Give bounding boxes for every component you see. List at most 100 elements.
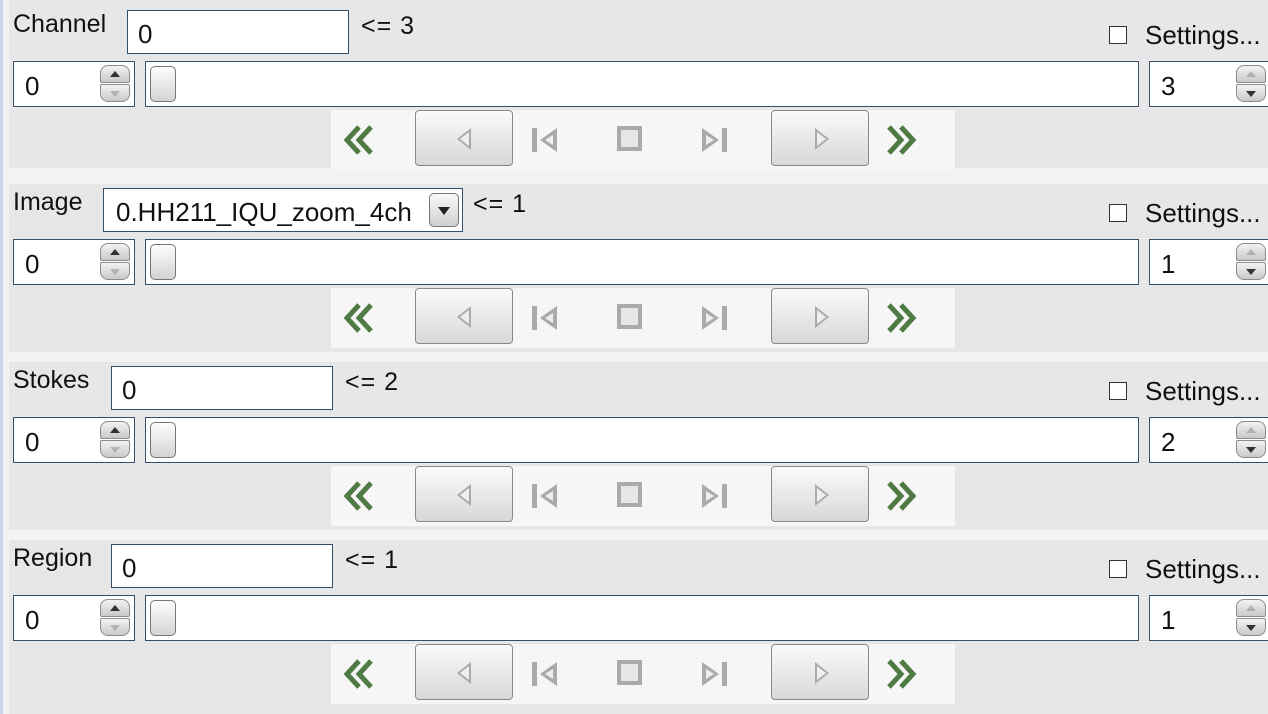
- skip-to-end-icon[interactable]: [699, 658, 731, 690]
- decrement-arrow-icon[interactable]: [1236, 84, 1266, 102]
- decrement-arrow-icon[interactable]: [100, 262, 130, 280]
- play-icon: [815, 128, 829, 150]
- play-button[interactable]: [771, 110, 869, 166]
- channel-slider[interactable]: [145, 61, 1139, 107]
- max-spinbox[interactable]: 1: [1149, 595, 1268, 641]
- min-value: 0: [25, 249, 40, 279]
- increment-arrow-icon[interactable]: [1236, 599, 1266, 617]
- increment-arrow-icon[interactable]: [1236, 65, 1266, 83]
- image-select-value: 0.HH211_IQU_zoom_4ch: [116, 197, 412, 227]
- decrement-arrow-icon[interactable]: [100, 618, 130, 636]
- decrement-arrow-icon[interactable]: [1236, 440, 1266, 458]
- region-slider[interactable]: [145, 595, 1139, 641]
- slider-thumb[interactable]: [150, 66, 176, 102]
- stokes-panel: Stokes 0 <= 2 Settings... 0 2: [9, 362, 1268, 530]
- limit-label: <= 2: [345, 368, 400, 396]
- max-value: 3: [1161, 71, 1176, 101]
- increment-arrow-icon[interactable]: [100, 243, 130, 261]
- decrement-arrow-icon[interactable]: [100, 440, 130, 458]
- play-icon: [815, 306, 829, 328]
- fast-forward-icon[interactable]: [883, 658, 921, 690]
- region-panel: Region 0 <= 1 Settings... 0 1: [9, 540, 1268, 714]
- step-back-icon: [457, 484, 471, 506]
- increment-arrow-icon[interactable]: [100, 65, 130, 83]
- stop-icon[interactable]: [615, 480, 645, 510]
- panel-title: Stokes: [13, 366, 90, 394]
- skip-to-start-icon[interactable]: [529, 480, 561, 512]
- step-back-button[interactable]: [415, 466, 513, 522]
- max-spinbox[interactable]: 1: [1149, 239, 1268, 285]
- play-button[interactable]: [771, 288, 869, 344]
- stokes-input[interactable]: 0: [111, 366, 333, 410]
- max-value: 1: [1161, 605, 1176, 635]
- image-panel: Image 0.HH211_IQU_zoom_4ch <= 1 Settings…: [9, 184, 1268, 352]
- settings-checkbox[interactable]: [1109, 560, 1127, 578]
- increment-arrow-icon[interactable]: [1236, 421, 1266, 439]
- limit-label: <= 1: [345, 546, 400, 574]
- playback-controls: [331, 288, 955, 348]
- min-value: 0: [25, 71, 40, 101]
- step-back-icon: [457, 128, 471, 150]
- increment-arrow-icon[interactable]: [100, 421, 130, 439]
- min-spinbox[interactable]: 0: [13, 417, 135, 463]
- stop-icon[interactable]: [615, 302, 645, 332]
- playback-controls: [331, 110, 955, 170]
- increment-arrow-icon[interactable]: [1236, 243, 1266, 261]
- panel-title: Region: [13, 544, 93, 572]
- settings-checkbox[interactable]: [1109, 382, 1127, 400]
- play-icon: [815, 484, 829, 506]
- skip-to-start-icon[interactable]: [529, 302, 561, 334]
- skip-to-end-icon[interactable]: [699, 124, 731, 156]
- settings-label[interactable]: Settings...: [1145, 20, 1261, 51]
- slider-thumb[interactable]: [150, 600, 176, 636]
- step-back-button[interactable]: [415, 644, 513, 700]
- rewind-icon[interactable]: [339, 480, 377, 512]
- rewind-icon[interactable]: [339, 658, 377, 690]
- image-slider[interactable]: [145, 239, 1139, 285]
- skip-to-end-icon[interactable]: [699, 302, 731, 334]
- image-select[interactable]: 0.HH211_IQU_zoom_4ch: [103, 188, 463, 232]
- settings-label[interactable]: Settings...: [1145, 198, 1261, 229]
- skip-to-start-icon[interactable]: [529, 124, 561, 156]
- stop-icon[interactable]: [615, 124, 645, 154]
- limit-label: <= 3: [361, 12, 416, 40]
- stokes-slider[interactable]: [145, 417, 1139, 463]
- min-spinbox[interactable]: 0: [13, 239, 135, 285]
- skip-to-start-icon[interactable]: [529, 658, 561, 690]
- max-spinbox[interactable]: 2: [1149, 417, 1268, 463]
- min-spinbox[interactable]: 0: [13, 595, 135, 641]
- settings-checkbox[interactable]: [1109, 204, 1127, 222]
- decrement-arrow-icon[interactable]: [1236, 262, 1266, 280]
- rewind-icon[interactable]: [339, 302, 377, 334]
- increment-arrow-icon[interactable]: [100, 599, 130, 617]
- dropdown-arrow-icon[interactable]: [429, 193, 459, 227]
- slider-thumb[interactable]: [150, 422, 176, 458]
- settings-checkbox[interactable]: [1109, 26, 1127, 44]
- step-back-button[interactable]: [415, 110, 513, 166]
- slider-thumb[interactable]: [150, 244, 176, 280]
- stop-icon[interactable]: [615, 658, 645, 688]
- play-icon: [815, 662, 829, 684]
- min-spinbox[interactable]: 0: [13, 61, 135, 107]
- fast-forward-icon[interactable]: [883, 302, 921, 334]
- settings-label[interactable]: Settings...: [1145, 554, 1261, 585]
- channel-panel: Channel 0 <= 3 Settings... 0 3: [9, 0, 1268, 170]
- rewind-icon[interactable]: [339, 124, 377, 156]
- decrement-arrow-icon[interactable]: [1236, 618, 1266, 636]
- decrement-arrow-icon[interactable]: [100, 84, 130, 102]
- region-input[interactable]: 0: [111, 544, 333, 588]
- step-back-button[interactable]: [415, 288, 513, 344]
- max-spinbox[interactable]: 3: [1149, 61, 1268, 107]
- play-button[interactable]: [771, 644, 869, 700]
- limit-label: <= 1: [473, 190, 528, 218]
- skip-to-end-icon[interactable]: [699, 480, 731, 512]
- channel-input[interactable]: 0: [127, 10, 349, 54]
- playback-controls: [331, 466, 955, 526]
- panel-title: Image: [13, 188, 83, 216]
- play-button[interactable]: [771, 466, 869, 522]
- fast-forward-icon[interactable]: [883, 480, 921, 512]
- playback-controls: [331, 644, 955, 704]
- settings-label[interactable]: Settings...: [1145, 376, 1261, 407]
- animator-window: Channel 0 <= 3 Settings... 0 3 Image 0.H…: [0, 0, 1268, 714]
- fast-forward-icon[interactable]: [883, 124, 921, 156]
